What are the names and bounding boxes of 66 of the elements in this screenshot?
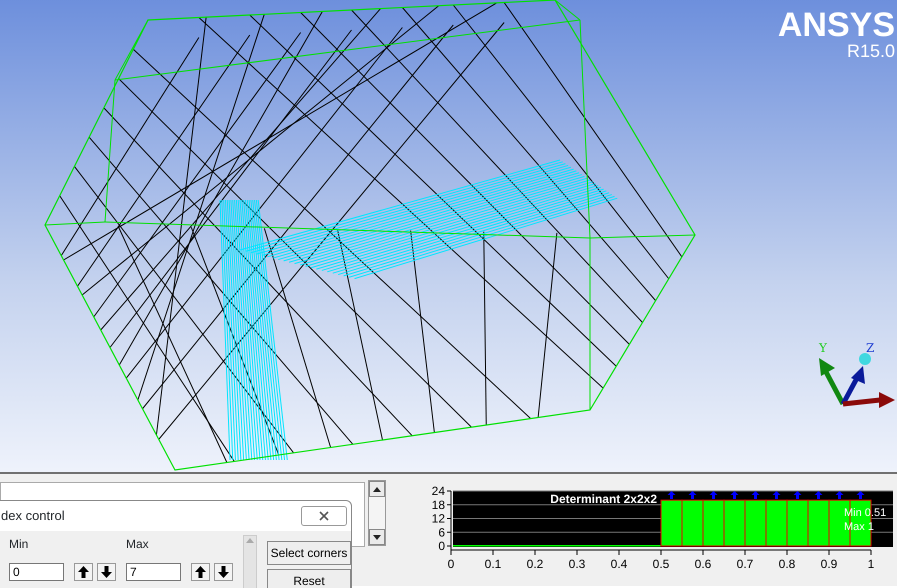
tick-label: 0.9 — [820, 557, 838, 571]
up-arrow-icon — [195, 566, 206, 578]
up-arrow-icon — [668, 491, 676, 499]
tick-label: 0.7 — [736, 557, 754, 571]
histogram-bar — [724, 500, 746, 546]
up-arrow-icon — [772, 491, 780, 499]
tick-label: 12 — [432, 512, 445, 526]
up-triangle-icon — [246, 538, 254, 543]
tick-label: 0 — [448, 557, 454, 571]
histogram-bar — [808, 500, 830, 546]
tick-label: 0.4 — [610, 557, 628, 571]
up-triangle-icon — [373, 486, 381, 492]
sphere-icon — [859, 353, 871, 365]
tick-label: 0.8 — [778, 557, 796, 571]
up-arrow-icon — [794, 491, 802, 499]
up-arrow-icon — [856, 491, 864, 499]
version-text: R15.0 — [846, 42, 895, 60]
close-icon — [319, 511, 329, 521]
dialog-title: dex control — [1, 507, 65, 526]
y-axis-arrow-icon — [819, 358, 846, 406]
up-arrow-icon — [836, 491, 844, 499]
up-arrow-icon — [78, 566, 89, 578]
histogram-bar — [660, 500, 682, 546]
y-axis — [446, 490, 452, 550]
up-arrow-icon — [752, 491, 760, 499]
axis-label: Z — [866, 341, 874, 355]
logo-text: ANSYS — [778, 8, 895, 42]
histogram-bar — [682, 500, 704, 546]
input-field[interactable]: 0 — [9, 563, 64, 581]
increment-button[interactable] — [191, 563, 210, 581]
scroll-up-button[interactable] — [369, 481, 385, 497]
column-label: Min — [9, 536, 30, 553]
up-arrow-icon — [688, 491, 696, 499]
histogram-bar — [786, 500, 808, 546]
z-axis-arrow-icon — [840, 366, 865, 406]
up-arrow-icon — [814, 491, 822, 499]
tick-label: 0.6 — [694, 557, 712, 571]
up-arrow-icon — [730, 491, 738, 499]
decrement-button[interactable] — [214, 563, 233, 581]
down-triangle-icon — [373, 534, 381, 540]
axis-label: Y — [819, 341, 827, 355]
tick-label: 24 — [432, 484, 445, 498]
histogram-bar — [766, 500, 788, 546]
tick-label: 0 — [438, 539, 445, 553]
tick-label: 0.2 — [526, 557, 544, 571]
column-label: Max — [126, 536, 150, 553]
increment-button[interactable] — [74, 563, 93, 581]
tick-label: 6 — [438, 525, 445, 540]
tick-label: 0.3 — [568, 557, 586, 571]
input-field[interactable]: 7 — [126, 563, 181, 581]
tick-label: 1 — [868, 557, 874, 571]
tick-label: 0.5 — [652, 557, 670, 571]
scroll-down-button[interactable] — [369, 529, 385, 545]
down-arrow-icon — [218, 566, 229, 578]
decrement-button[interactable] — [97, 563, 116, 581]
histogram-bar — [702, 500, 724, 546]
close-button[interactable] — [301, 506, 347, 526]
dialog-button[interactable]: Reset — [267, 569, 351, 588]
x-axis-arrow-icon — [842, 392, 895, 408]
down-arrow-icon — [101, 566, 112, 578]
tick-label: 0.1 — [484, 557, 502, 571]
up-arrow-icon — [710, 491, 718, 499]
tick-label: 18 — [432, 498, 445, 512]
chart-title: Determinant 2x2x2 — [550, 492, 657, 506]
dialog-button[interactable]: Select corners — [267, 541, 351, 565]
histogram-bar — [744, 500, 766, 546]
